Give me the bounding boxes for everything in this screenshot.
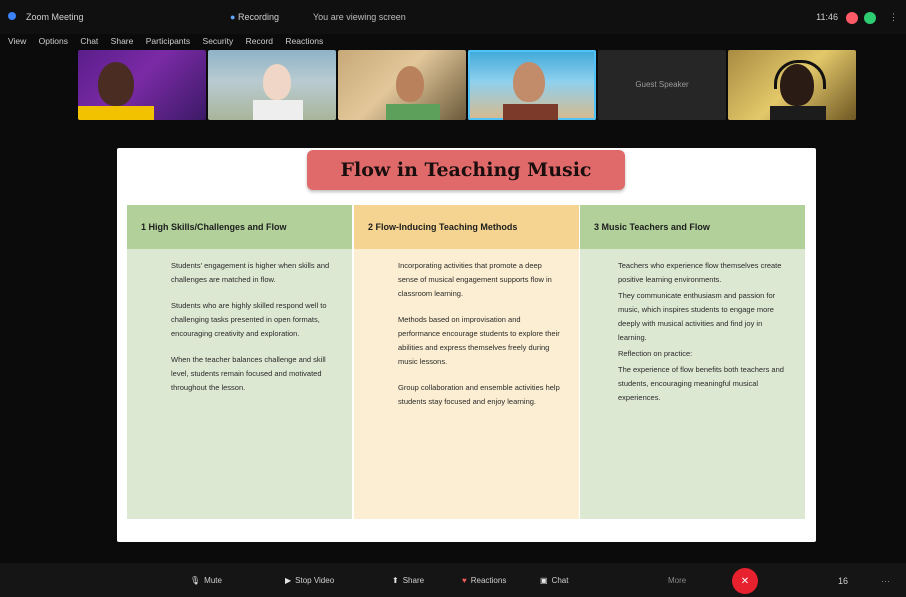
share-screen-icon: ⬆ [392,576,399,585]
menu-item-view[interactable]: View [8,36,26,46]
leave-meeting-button[interactable]: ✕ [732,568,758,594]
mute-button[interactable]: 🎙 Mute [190,576,222,585]
participant-tile[interactable] [728,50,856,120]
menu-item-participants[interactable]: Participants [146,36,190,46]
menu-item-reactions[interactable]: Reactions [285,36,323,46]
more-button[interactable]: More [668,576,686,585]
participant-tile[interactable] [338,50,466,120]
participant-face [98,62,134,106]
share-button[interactable]: ⬆ Share [392,576,424,585]
column-heading: 3 Music Teachers and Flow [580,205,805,249]
column-paragraph: Reflection on practice: [618,349,693,358]
column-paragraph: Methods based on improvisation and perfo… [398,315,560,366]
chat-label: Chat [551,576,569,585]
column-paragraph: Group collaboration and ensemble activit… [398,383,560,406]
participant-tile[interactable] [208,50,336,120]
slide-column: 2 Flow-Inducing Teaching Methods Incorpo… [354,205,579,519]
menu-item-chat[interactable]: Chat [80,36,98,46]
column-paragraph: Incorporating activities that promote a … [398,261,552,298]
column-body: Teachers who experience flow themselves … [580,249,805,519]
menu-item-share[interactable]: Share [111,36,134,46]
more-options-icon[interactable]: ⋮ [889,12,898,23]
menu-item-security[interactable]: Security [203,36,234,46]
column-paragraph: Students' engagement is higher when skil… [171,261,330,284]
share-label: Share [402,576,425,585]
overflow-menu-icon[interactable]: ⋯ [881,576,890,587]
participant-face [396,66,424,102]
chat-icon: ▣ [540,576,548,585]
reactions-label: Reactions [470,576,507,585]
column-paragraph: Teachers who experience flow themselves … [618,261,782,284]
video-button[interactable]: ▶ Stop Video [285,576,334,585]
column-heading: 1 High Skills/Challenges and Flow [127,205,352,249]
window-title: Zoom Meeting [26,12,84,22]
column-paragraph: When the teacher balances challenge and … [171,355,326,392]
participant-name: Guest Speaker [635,80,689,89]
column-paragraph: They communicate enthusiasm and passion … [618,291,776,342]
participant-face [263,64,291,100]
column-paragraph: The experience of flow benefits both tea… [618,365,784,402]
column-paragraph: Students who are highly skilled respond … [171,301,327,338]
view-status: You are viewing screen [313,12,406,22]
mute-label: Mute [204,576,222,585]
reactions-button[interactable]: ♥ Reactions [462,576,506,585]
meeting-controls: 🎙 Mute ▶ Stop Video ⬆ Share ♥ Reactions ▣ Cha… [0,563,906,597]
menu-item-options[interactable]: Options [39,36,68,46]
participant-face [780,64,814,106]
leave-icon: ✕ [740,575,750,587]
title-bar: Zoom Meeting ● Recording You are viewing… [0,0,906,34]
status-red-dot[interactable] [846,12,858,24]
participant-tile-video-off[interactable]: Guest Speaker [598,50,726,120]
slide-column: 1 High Skills/Challenges and Flow Studen… [127,205,352,519]
video-label: Stop Video [295,576,335,585]
slide-column: 3 Music Teachers and Flow Teachers who e… [580,205,805,519]
recording-icon: ● [230,12,236,22]
menu-bar: View Options Chat Share Participants Sec… [8,36,333,46]
participant-face [513,62,545,102]
app-logo-icon [8,12,16,20]
slide-title: Flow in Teaching Music [307,150,625,190]
clock: 11:46 [816,12,838,22]
participants-count[interactable]: 16 [838,576,848,586]
microphone-icon: 🎙 [190,576,201,585]
participant-tile-active-speaker[interactable] [468,50,596,120]
chat-button[interactable]: ▣ Chat [540,576,568,585]
column-body: Students' engagement is higher when skil… [127,249,352,519]
status-green-dot[interactable] [864,12,876,24]
recording-label: Recording [238,12,280,22]
participant-tile[interactable] [78,50,206,120]
menu-item-record[interactable]: Record [246,36,273,46]
column-body: Incorporating activities that promote a … [354,249,579,519]
column-heading: 2 Flow-Inducing Teaching Methods [354,205,579,249]
camera-icon: ▶ [285,576,292,585]
heart-icon: ♥ [462,576,467,585]
shared-slide: Flow in Teaching Music 1 High Skills/Cha… [117,148,816,542]
